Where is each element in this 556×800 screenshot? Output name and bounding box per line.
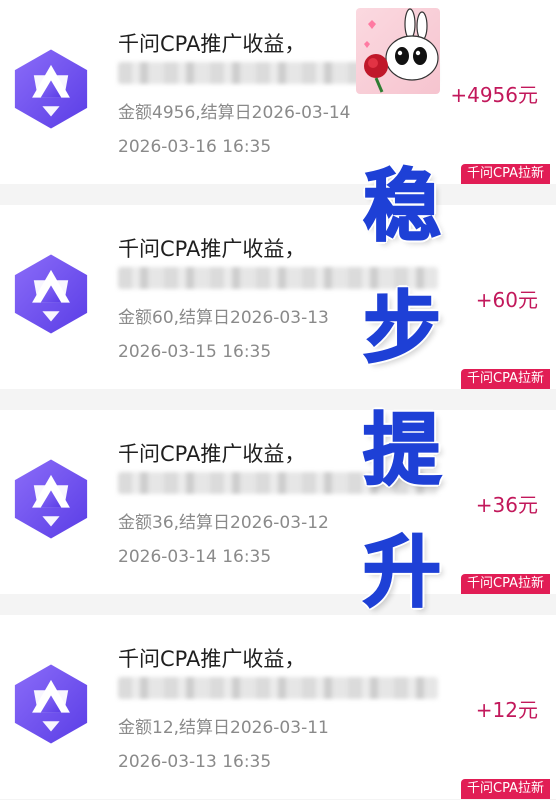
record-timestamp: 2026-03-15 16:35 <box>118 342 272 362</box>
qwen-logo-icon <box>14 254 88 334</box>
record-title: 千问CPA推广收益， <box>118 442 306 466</box>
record-title: 千问CPA推广收益， <box>118 32 306 56</box>
income-amount: +60元 <box>475 288 538 312</box>
income-amount: +4956元 <box>450 83 538 107</box>
record-title: 千问CPA推广收益， <box>118 647 306 671</box>
overlay-char: 提 <box>362 406 442 496</box>
amount-settlement-text: 金额4956,结算日2026-03-14 <box>118 103 351 123</box>
category-tag: 千问CPA拉新 <box>461 779 550 799</box>
record-timestamp: 2026-03-14 16:35 <box>118 547 272 567</box>
rabbit-rose-sticker-icon <box>356 8 440 94</box>
category-tag: 千问CPA拉新 <box>461 164 550 184</box>
record-timestamp: 2026-03-16 16:35 <box>118 137 272 157</box>
record-card[interactable]: 千问CPA推广收益， 金额60,结算日2026-03-13 2026-03-15… <box>0 205 556 389</box>
record-card[interactable]: 千问CPA推广收益， 金额4956,结算日2026-03-14 2026-03-… <box>0 0 556 184</box>
overlay-char: 稳 <box>362 162 442 252</box>
qwen-logo-icon <box>14 49 88 129</box>
overlay-char: 升 <box>362 528 442 618</box>
blurred-detail <box>118 677 438 699</box>
record-title: 千问CPA推广收益， <box>118 237 306 261</box>
record-card[interactable]: 千问CPA推广收益， 金额12,结算日2026-03-11 2026-03-13… <box>0 615 556 799</box>
income-amount: +12元 <box>475 698 538 722</box>
category-tag: 千问CPA拉新 <box>461 574 550 594</box>
overlay-char: 步 <box>362 284 442 374</box>
amount-settlement-text: 金额60,结算日2026-03-13 <box>118 308 329 328</box>
qwen-logo-icon <box>14 459 88 539</box>
qwen-logo-icon <box>14 664 88 744</box>
record-timestamp: 2026-03-13 16:35 <box>118 752 272 772</box>
amount-settlement-text: 金额36,结算日2026-03-12 <box>118 513 329 533</box>
income-amount: +36元 <box>475 493 538 517</box>
amount-settlement-text: 金额12,结算日2026-03-11 <box>118 718 329 738</box>
category-tag: 千问CPA拉新 <box>461 369 550 389</box>
record-card[interactable]: 千问CPA推广收益， 金额36,结算日2026-03-12 2026-03-14… <box>0 410 556 594</box>
